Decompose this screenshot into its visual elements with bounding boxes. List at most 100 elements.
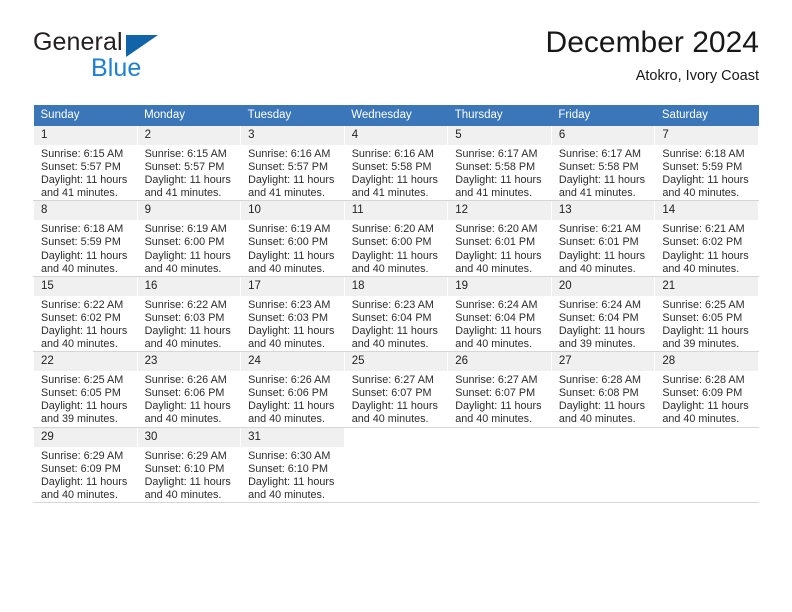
day-cell[interactable]: 9 Sunrise: 6:19 AM Sunset: 6:00 PM Daylight… [136,200,242,277]
sunset-text: Sunset: 6:03 PM [144,311,225,324]
day-cell[interactable]: 31 Sunrise: 6:30 AM Sunset: 6:10 PM Dayligh… [240,427,345,503]
daylight-text-line2: and 41 minutes. [41,187,118,200]
daylight-text-line1: Daylight: 11 hours [41,400,128,413]
day-number: 30 [137,427,241,447]
daylight-text-line2: and 41 minutes. [351,187,429,200]
daylight-text-line2: and 40 minutes. [144,262,222,275]
day-number: 1 [34,126,137,145]
sunset-text: Sunset: 6:10 PM [144,462,225,475]
day-number: 31 [241,427,344,447]
sunrise-text: Sunrise: 6:15 AM [144,148,227,160]
day-cell[interactable]: 10 Sunrise: 6:19 AM Sunset: 6:00 PM Dayligh… [240,200,345,277]
day-cell[interactable]: 4 Sunrise: 6:16 AM Sunset: 5:58 PM Daylight… [343,126,449,202]
day-cell[interactable]: 14 Sunrise: 6:21 AM Sunset: 6:02 PM Dayligh… [654,200,759,277]
daylight-text-line1: Daylight: 11 hours [351,249,438,262]
sunrise-sunset-calendar-table: Sunday Monday Tuesday Wednesday Thursday… [33,105,759,503]
day-cell[interactable]: 22 Sunrise: 6:25 AM Sunset: 6:05 PM Dayligh… [33,351,138,428]
sunrise-text: Sunrise: 6:24 AM [455,298,538,311]
sunrise-text: Sunrise: 6:19 AM [144,223,227,236]
sunrise-text: Sunrise: 6:16 AM [351,148,434,160]
day-cell[interactable]: 2 Sunrise: 6:15 AM Sunset: 5:57 PM Daylight… [136,126,242,202]
day-cell[interactable]: 11 Sunrise: 6:20 AM Sunset: 6:00 PM Dayligh… [343,200,449,277]
daylight-text-line2: and 40 minutes. [144,488,222,501]
day-cell[interactable]: 29 Sunrise: 6:29 AM Sunset: 6:09 PM Dayligh… [33,427,138,503]
day-cell[interactable]: 5 Sunrise: 6:17 AM Sunset: 5:58 PM Daylight… [447,126,552,202]
daylight-text-line2: and 40 minutes. [351,338,429,351]
sunset-text: Sunset: 5:57 PM [41,161,121,174]
day-cell-empty [343,427,449,503]
day-cell[interactable]: 6 Sunrise: 6:17 AM Sunset: 5:58 PM Daylight… [550,126,656,202]
day-number: 29 [34,427,137,447]
day-cell[interactable]: 17 Sunrise: 6:23 AM Sunset: 6:03 PM Dayligh… [240,276,345,353]
day-cell[interactable]: 12 Sunrise: 6:20 AM Sunset: 6:01 PM Dayligh… [447,200,552,277]
daylight-text-line1: Daylight: 11 hours [248,174,335,187]
day-cell[interactable]: 25 Sunrise: 6:27 AM Sunset: 6:07 PM Dayligh… [343,351,449,428]
sunset-text: Sunset: 6:06 PM [144,387,225,400]
day-cell[interactable]: 13 Sunrise: 6:21 AM Sunset: 6:01 PM Dayligh… [550,200,656,277]
day-cell[interactable]: 18 Sunrise: 6:23 AM Sunset: 6:04 PM Dayligh… [343,276,449,353]
daylight-text-line2: and 40 minutes. [248,262,325,275]
day-cell[interactable]: 19 Sunrise: 6:24 AM Sunset: 6:04 PM Dayligh… [447,276,552,353]
weekday-header-wednesday: Wednesday [344,105,448,126]
sunrise-text: Sunrise: 6:19 AM [248,223,331,236]
daylight-text-line1: Daylight: 11 hours [558,400,646,413]
sunset-text: Sunset: 6:07 PM [455,387,536,400]
day-cell[interactable]: 1 Sunrise: 6:15 AM Sunset: 5:57 PM Daylight… [33,126,138,202]
sunrise-text: Sunrise: 6:22 AM [144,298,227,311]
sunrise-text: Sunrise: 6:21 AM [662,223,745,236]
day-cell[interactable]: 20 Sunrise: 6:24 AM Sunset: 6:04 PM Dayligh… [550,276,656,353]
day-number: 7 [655,126,758,145]
daylight-text-line2: and 40 minutes. [144,413,222,426]
day-cell[interactable]: 26 Sunrise: 6:27 AM Sunset: 6:07 PM Dayligh… [447,351,552,428]
sunrise-text: Sunrise: 6:25 AM [41,374,124,387]
sunrise-text: Sunrise: 6:20 AM [351,223,434,236]
sunset-text: Sunset: 6:04 PM [455,311,536,324]
day-number: 6 [551,126,655,145]
calendar-body: 1 Sunrise: 6:15 AM Sunset: 5:57 PM Daylight… [33,126,759,503]
daylight-text-line1: Daylight: 11 hours [351,174,438,187]
day-cell[interactable]: 27 Sunrise: 6:28 AM Sunset: 6:08 PM Dayligh… [550,351,656,428]
daylight-text-line1: Daylight: 11 hours [248,324,335,337]
weekday-header-tuesday: Tuesday [240,105,345,126]
daylight-text-line2: and 40 minutes. [455,338,533,351]
weekday-header-monday: Monday [137,105,241,126]
sunset-text: Sunset: 5:57 PM [248,161,328,174]
sunset-text: Sunset: 5:58 PM [351,161,432,174]
day-cell[interactable]: 8 Sunrise: 6:18 AM Sunset: 5:59 PM Daylight… [33,200,138,277]
daylight-text-line2: and 40 minutes. [41,488,118,501]
day-number: 16 [137,276,241,296]
day-number: 22 [34,352,137,372]
daylight-text-line1: Daylight: 11 hours [455,324,542,337]
day-cell[interactable]: 23 Sunrise: 6:26 AM Sunset: 6:06 PM Dayligh… [136,351,242,428]
daylight-text-line1: Daylight: 11 hours [41,249,128,262]
logo-text-general: General [33,28,123,56]
daylight-text-line1: Daylight: 11 hours [662,174,749,187]
sunrise-text: Sunrise: 6:23 AM [248,298,331,311]
sunset-text: Sunset: 6:05 PM [662,311,743,324]
page-title: December 2024 [545,26,759,59]
day-cell[interactable]: 7 Sunrise: 6:18 AM Sunset: 5:59 PM Daylight… [654,126,759,202]
logo-text-blue: Blue [91,54,142,82]
sunrise-text: Sunrise: 6:17 AM [455,148,538,160]
day-cell[interactable]: 16 Sunrise: 6:22 AM Sunset: 6:03 PM Dayligh… [136,276,242,353]
daylight-text-line2: and 39 minutes. [662,338,740,351]
daylight-text-line1: Daylight: 11 hours [248,475,335,488]
calendar-page: General Blue December 2024 Atokro, Ivory… [0,0,792,612]
daylight-text-line2: and 40 minutes. [662,262,740,275]
day-number: 20 [551,276,655,296]
day-number: 18 [344,276,448,296]
day-cell[interactable]: 15 Sunrise: 6:22 AM Sunset: 6:02 PM Dayligh… [33,276,138,353]
day-cell[interactable]: 21 Sunrise: 6:25 AM Sunset: 6:05 PM Dayligh… [654,276,759,353]
daylight-text-line1: Daylight: 11 hours [144,400,231,413]
day-cell[interactable]: 3 Sunrise: 6:16 AM Sunset: 5:57 PM Daylight… [240,126,345,202]
day-cell-empty [550,427,656,503]
sunrise-text: Sunrise: 6:15 AM [41,148,124,160]
day-number: 24 [241,352,344,372]
general-blue-logo[interactable]: General Blue [33,28,273,90]
day-cell[interactable]: 28 Sunrise: 6:28 AM Sunset: 6:09 PM Dayligh… [654,351,759,428]
daylight-text-line1: Daylight: 11 hours [144,475,231,488]
sunset-text: Sunset: 6:09 PM [41,462,121,475]
sunset-text: Sunset: 6:02 PM [662,236,743,249]
day-cell[interactable]: 30 Sunrise: 6:29 AM Sunset: 6:10 PM Dayligh… [136,427,242,503]
day-cell[interactable]: 24 Sunrise: 6:26 AM Sunset: 6:06 PM Dayligh… [240,351,345,428]
